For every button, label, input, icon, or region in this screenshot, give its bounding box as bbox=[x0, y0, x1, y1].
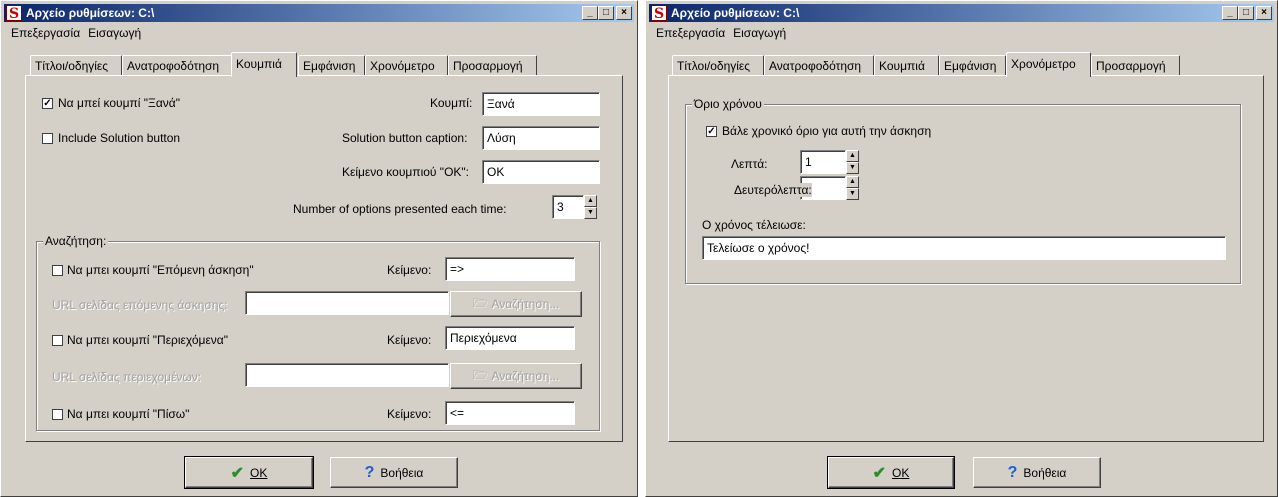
tab-appearance[interactable]: Εμφάνιση bbox=[939, 55, 1006, 75]
minimize-icon[interactable]: _ bbox=[582, 6, 598, 20]
minutes-stepper[interactable]: ▲ ▼ bbox=[846, 150, 859, 174]
back-checkbox[interactable] bbox=[52, 409, 63, 420]
contents-text-label: Κείμενο: bbox=[387, 333, 432, 347]
menu-insert[interactable]: Εισαγωγή bbox=[84, 24, 145, 42]
window-title: Αρχείο ρυθμίσεων: C:\ bbox=[26, 6, 155, 20]
help-button[interactable]: ? Βοήθεια bbox=[973, 457, 1101, 488]
time-up-message-input[interactable]: Τελείωσε ο χρόνος! bbox=[702, 236, 1226, 260]
next-browse-button[interactable]: 🗁 Αναζήτηση... bbox=[450, 291, 582, 317]
menu-insert[interactable]: Εισαγωγή bbox=[729, 24, 790, 42]
menu-bar: Επεξεργασία Εισαγωγή bbox=[652, 24, 790, 42]
contents-label: Να μπει κουμπί "Περιεχόμενα" bbox=[67, 333, 228, 347]
next-text-label: Κείμενο: bbox=[387, 263, 432, 277]
app-s-icon[interactable]: S bbox=[6, 5, 22, 22]
minutes-input[interactable]: 1 bbox=[800, 150, 846, 174]
contents-text-input[interactable]: Περιεχόμενα bbox=[445, 326, 575, 350]
timer-panel: Όριο χρόνου ✓ Βάλε χρονικό όριο για αυτή… bbox=[668, 75, 1264, 442]
tab-buttons[interactable]: Κουμπιά bbox=[874, 55, 939, 75]
tab-customize[interactable]: Προσαρμογή bbox=[1091, 55, 1180, 75]
seconds-label: Δευτερόλεπτα: bbox=[734, 183, 812, 197]
close-icon[interactable]: × bbox=[616, 6, 632, 20]
spin-up-icon[interactable]: ▲ bbox=[846, 176, 859, 188]
contents-checkbox[interactable] bbox=[52, 335, 63, 346]
ok-button[interactable]: ✔ OK bbox=[184, 456, 314, 489]
next-exercise-label: Να μπει κουμπί "Επόμενη άσκηση" bbox=[67, 263, 254, 277]
spin-up-icon[interactable]: ▲ bbox=[584, 195, 597, 207]
settings-window-buttons: S Αρχείο ρυθμίσεων: C:\ _ □ × Επεξεργασί… bbox=[0, 0, 638, 497]
help-button[interactable]: ? Βοήθεια bbox=[330, 457, 458, 488]
tab-feedback[interactable]: Ανατροφοδότηση bbox=[122, 55, 232, 75]
title-bar[interactable]: S Αρχείο ρυθμίσεων: C:\ _ □ × bbox=[649, 4, 1274, 22]
menu-bar: Επεξεργασία Εισαγωγή bbox=[7, 24, 145, 42]
ok-button[interactable]: ✔ OK bbox=[827, 456, 955, 489]
solution-checkbox[interactable] bbox=[42, 133, 53, 144]
navigation-group-title: Αναζήτηση: bbox=[43, 234, 109, 248]
window-title: Αρχείο ρυθμίσεων: C:\ bbox=[671, 6, 800, 20]
solution-caption-input[interactable]: Λύση bbox=[482, 126, 600, 150]
next-text-input[interactable]: => bbox=[445, 257, 575, 281]
time-limit-checkbox[interactable]: ✓ bbox=[706, 126, 717, 137]
minutes-label: Λεπτά: bbox=[731, 157, 768, 171]
button-caption-label: Κουμπί: bbox=[430, 96, 473, 110]
spin-down-icon[interactable]: ▼ bbox=[846, 188, 859, 200]
question-mark-icon: ? bbox=[1007, 463, 1018, 481]
back-label: Να μπει κουμπί "Πίσω" bbox=[67, 407, 190, 421]
tab-feedback[interactable]: Ανατροφοδότηση bbox=[764, 55, 874, 75]
options-count-input[interactable]: 3 bbox=[552, 195, 584, 219]
time-limit-checkbox-label: Βάλε χρονικό όριο για αυτή την άσκηση bbox=[722, 124, 932, 138]
button-caption-input[interactable]: Ξανά bbox=[482, 92, 600, 116]
tab-timer[interactable]: Χρονόμετρο bbox=[1006, 52, 1091, 77]
folder-open-icon: 🗁 bbox=[472, 295, 488, 310]
back-text-label: Κείμενο: bbox=[387, 407, 432, 421]
maximize-icon[interactable]: □ bbox=[598, 6, 614, 20]
buttons-panel: ✓ Να μπεί κουμπί "Ξανά" Include Solution… bbox=[25, 75, 623, 442]
contents-browse-button[interactable]: 🗁 Αναζήτηση... bbox=[450, 363, 582, 389]
minimize-icon[interactable]: _ bbox=[1222, 6, 1238, 20]
back-text-input[interactable]: <= bbox=[445, 401, 575, 425]
ok-caption-input[interactable]: OK bbox=[482, 160, 600, 184]
tab-customize[interactable]: Προσαρμογή bbox=[448, 55, 537, 75]
tab-timer[interactable]: Χρονόμετρο bbox=[365, 55, 448, 75]
spin-down-icon[interactable]: ▼ bbox=[584, 207, 597, 219]
seconds-stepper[interactable]: ▲ ▼ bbox=[846, 176, 859, 200]
contents-url-input[interactable] bbox=[245, 363, 449, 387]
spin-up-icon[interactable]: ▲ bbox=[846, 150, 859, 162]
settings-window-timer: S Αρχείο ρυθμίσεων: C:\ _ □ × Επεξεργασί… bbox=[645, 0, 1278, 497]
navigation-group: Αναζήτηση: Να μπει κουμπί "Επόμενη άσκησ… bbox=[36, 234, 600, 431]
title-bar[interactable]: S Αρχείο ρυθμίσεων: C:\ _ □ × bbox=[4, 4, 634, 22]
next-exercise-checkbox[interactable] bbox=[52, 265, 63, 276]
solution-checkbox-label: Include Solution button bbox=[58, 131, 181, 145]
time-up-label: Ο χρόνος τέλειωσε: bbox=[702, 218, 806, 232]
close-icon[interactable]: × bbox=[1256, 6, 1272, 20]
contents-url-label: URL σελίδας περιεχομένων: bbox=[52, 370, 202, 384]
again-checkbox[interactable]: ✓ bbox=[42, 98, 53, 109]
spin-down-icon[interactable]: ▼ bbox=[846, 162, 859, 174]
time-limit-group-title: Όριο χρόνου bbox=[692, 97, 764, 111]
tab-appearance[interactable]: Εμφάνιση bbox=[298, 55, 365, 75]
next-url-label: URL σελίδας επόμενης άσκησης: bbox=[52, 298, 228, 312]
options-count-stepper[interactable]: ▲ ▼ bbox=[584, 195, 597, 219]
menu-edit[interactable]: Επεξεργασία bbox=[7, 24, 84, 42]
tab-buttons[interactable]: Κουμπιά bbox=[231, 52, 297, 77]
tab-titles[interactable]: Τίτλοι/οδηγίες bbox=[672, 55, 764, 75]
folder-open-icon: 🗁 bbox=[472, 367, 488, 382]
options-count-label: Number of options presented each time: bbox=[293, 202, 507, 216]
again-checkbox-label: Να μπεί κουμπί "Ξανά" bbox=[58, 96, 180, 110]
maximize-icon[interactable]: □ bbox=[1238, 6, 1254, 20]
tab-titles[interactable]: Τίτλοι/οδηγίες bbox=[30, 55, 122, 75]
question-mark-icon: ? bbox=[364, 463, 375, 481]
checkmark-icon: ✔ bbox=[230, 464, 245, 482]
ok-caption-label: Κείμενο κουμπιού "OK": bbox=[342, 165, 470, 179]
solution-caption-label: Solution button caption: bbox=[342, 131, 468, 145]
menu-edit[interactable]: Επεξεργασία bbox=[652, 24, 729, 42]
checkmark-icon: ✔ bbox=[872, 464, 887, 482]
app-s-icon[interactable]: S bbox=[651, 5, 667, 22]
next-url-input[interactable] bbox=[245, 291, 449, 315]
time-limit-group: Όριο χρόνου ✓ Βάλε χρονικό όριο για αυτή… bbox=[685, 97, 1241, 284]
